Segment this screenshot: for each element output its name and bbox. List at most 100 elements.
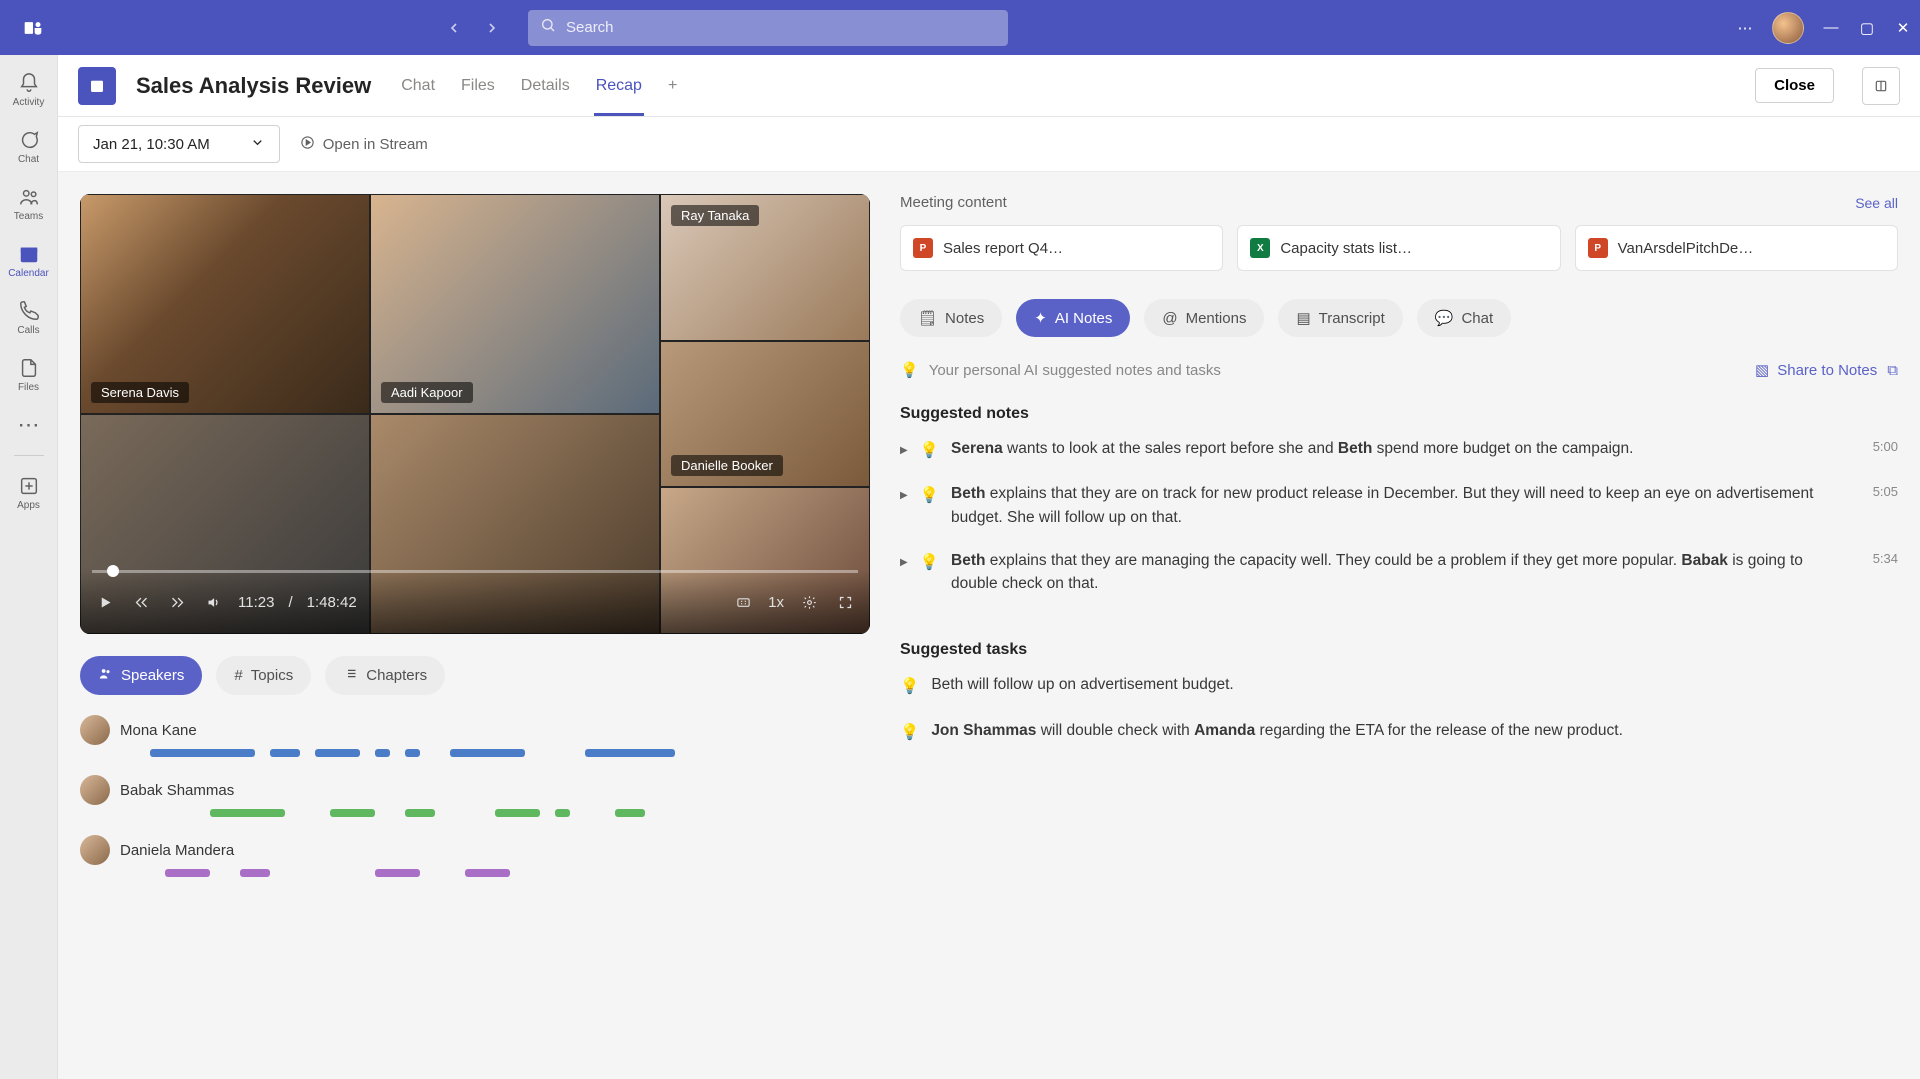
share-label: Share to Notes <box>1777 362 1877 379</box>
tab-label: AI Notes <box>1055 310 1113 327</box>
volume-button[interactable] <box>202 591 224 613</box>
video-tile[interactable]: Ray Tanaka <box>660 194 870 341</box>
bulb-icon: 💡 <box>920 439 939 462</box>
file-chip[interactable]: PSales report Q4… <box>900 225 1223 271</box>
rail-chat[interactable]: Chat <box>4 120 54 173</box>
avatar <box>80 775 110 805</box>
phone-icon <box>17 299 41 323</box>
speaker-name: Daniela Mandera <box>120 842 234 859</box>
skip-back-button[interactable] <box>130 591 152 613</box>
video-tile[interactable]: Serena Davis <box>80 194 370 414</box>
task-item[interactable]: 💡Beth will follow up on advertisement bu… <box>900 673 1898 698</box>
calendar-icon <box>17 242 41 266</box>
rail-more[interactable]: ⋯ <box>4 405 54 445</box>
participant-name: Serena Davis <box>91 382 189 403</box>
search-box[interactable] <box>528 10 1008 46</box>
tab-details[interactable]: Details <box>519 59 572 113</box>
open-in-stream[interactable]: Open in Stream <box>300 135 428 154</box>
share-to-notes[interactable]: ▧Share to Notes <box>1755 361 1877 379</box>
play-button[interactable] <box>94 591 116 613</box>
rail-calendar[interactable]: Calendar <box>4 234 54 287</box>
recap-tab-label: Speakers <box>121 667 184 684</box>
ai-hint-text: Your personal AI suggested notes and tas… <box>929 362 1745 379</box>
recap-tab-label: Topics <box>251 667 294 684</box>
meeting-header: Sales Analysis Review Chat Files Details… <box>58 55 1920 117</box>
recap-tab-chapters[interactable]: Chapters <box>325 656 445 695</box>
settings-button[interactable] <box>798 591 820 613</box>
tab-notes[interactable]: 🗒Notes <box>900 299 1002 337</box>
video-tile[interactable]: Aadi Kapoor <box>370 194 660 414</box>
task-item[interactable]: 💡Jon Shammas will double check with Aman… <box>900 719 1898 744</box>
expand-button[interactable] <box>1862 67 1900 105</box>
rail-files[interactable]: Files <box>4 348 54 401</box>
suggested-notes-title: Suggested notes <box>900 405 1898 423</box>
participant-name: Aadi Kapoor <box>381 382 473 403</box>
note-timestamp: 5:00 <box>1873 437 1898 462</box>
file-name: Sales report Q4… <box>943 240 1063 257</box>
file-name: VanArsdelPitchDe… <box>1618 240 1754 257</box>
people-icon <box>17 185 41 209</box>
tab-recap[interactable]: Recap <box>594 59 644 116</box>
note-item[interactable]: ▶💡Serena wants to look at the sales repo… <box>900 437 1898 462</box>
recap-tab-speakers[interactable]: Speakers <box>80 656 202 695</box>
forward-button[interactable] <box>476 12 508 44</box>
tab-chat[interactable]: Chat <box>399 59 437 113</box>
meeting-icon <box>78 67 116 105</box>
skip-forward-button[interactable] <box>166 591 188 613</box>
rail-label: Calendar <box>8 268 49 279</box>
rail-calls[interactable]: Calls <box>4 291 54 344</box>
fullscreen-button[interactable] <box>834 591 856 613</box>
tab-ai-notes[interactable]: ✦ AI Notes <box>1016 299 1130 337</box>
speaker-row[interactable]: Daniela Mandera <box>80 835 870 877</box>
date-picker[interactable]: Jan 21, 10:30 AM <box>78 125 280 163</box>
expand-icon[interactable]: ▶ <box>900 488 908 529</box>
speaker-name: Mona Kane <box>120 722 197 739</box>
rail-teams[interactable]: Teams <box>4 177 54 230</box>
tab-label: Transcript <box>1319 310 1385 327</box>
close-button[interactable]: Close <box>1755 68 1834 103</box>
window-minimize[interactable]: — <box>1822 19 1840 37</box>
file-chip[interactable]: XCapacity stats list… <box>1237 225 1560 271</box>
speaker-timeline: Mona Kane Babak Shammas Daniela Mandera <box>80 715 870 877</box>
meeting-files: PSales report Q4… XCapacity stats list… … <box>900 225 1898 271</box>
chat-icon <box>17 128 41 152</box>
see-all-link[interactable]: See all <box>1855 195 1898 211</box>
expand-icon[interactable]: ▶ <box>900 555 908 596</box>
app-rail: Activity Chat Teams Calendar Calls Files… <box>0 55 58 1079</box>
back-button[interactable] <box>438 12 470 44</box>
copy-button[interactable]: ⧉ <box>1887 362 1898 379</box>
speaker-row[interactable]: Babak Shammas <box>80 775 870 817</box>
ai-notes-tabs: 🗒Notes ✦ AI Notes @Mentions ▤Transcript 💬… <box>900 299 1898 337</box>
note-timestamp: 5:34 <box>1873 549 1898 596</box>
rail-activity[interactable]: Activity <box>4 63 54 116</box>
note-item[interactable]: ▶💡Beth explains that they are managing t… <box>900 549 1898 596</box>
search-input[interactable] <box>566 19 996 36</box>
user-avatar[interactable] <box>1772 12 1804 44</box>
rail-label: Calls <box>17 325 39 336</box>
more-icon[interactable]: ⋯ <box>1736 19 1754 37</box>
rail-apps[interactable]: Apps <box>4 466 54 519</box>
rail-label: Teams <box>14 211 43 222</box>
tab-files[interactable]: Files <box>459 59 497 113</box>
file-chip[interactable]: PVanArsdelPitchDe… <box>1575 225 1898 271</box>
sparkle-icon: ✦ <box>1034 309 1047 327</box>
expand-icon[interactable]: ▶ <box>900 443 908 462</box>
speaker-row[interactable]: Mona Kane <box>80 715 870 757</box>
task-text: Beth will follow up on advertisement bud… <box>931 673 1898 698</box>
meeting-content-title: Meeting content <box>900 194 1007 211</box>
speed-button[interactable]: 1x <box>768 594 784 611</box>
tab-transcript[interactable]: ▤Transcript <box>1278 299 1402 337</box>
video-tile[interactable]: Danielle Booker <box>660 341 870 488</box>
window-close[interactable]: ✕ <box>1894 19 1912 37</box>
scrub-bar[interactable] <box>92 570 858 573</box>
tab-chat-right[interactable]: 💬Chat <box>1417 299 1511 337</box>
captions-button[interactable] <box>732 591 754 613</box>
note-item[interactable]: ▶💡Beth explains that they are on track f… <box>900 482 1898 529</box>
task-text: Jon Shammas will double check with Amand… <box>931 719 1898 744</box>
file-name: Capacity stats list… <box>1280 240 1412 257</box>
tab-mentions[interactable]: @Mentions <box>1144 299 1264 337</box>
window-maximize[interactable]: ▢ <box>1858 19 1876 37</box>
tab-add[interactable]: + <box>666 59 679 113</box>
recap-tab-topics[interactable]: # Topics <box>216 656 311 695</box>
people-icon <box>98 666 113 685</box>
